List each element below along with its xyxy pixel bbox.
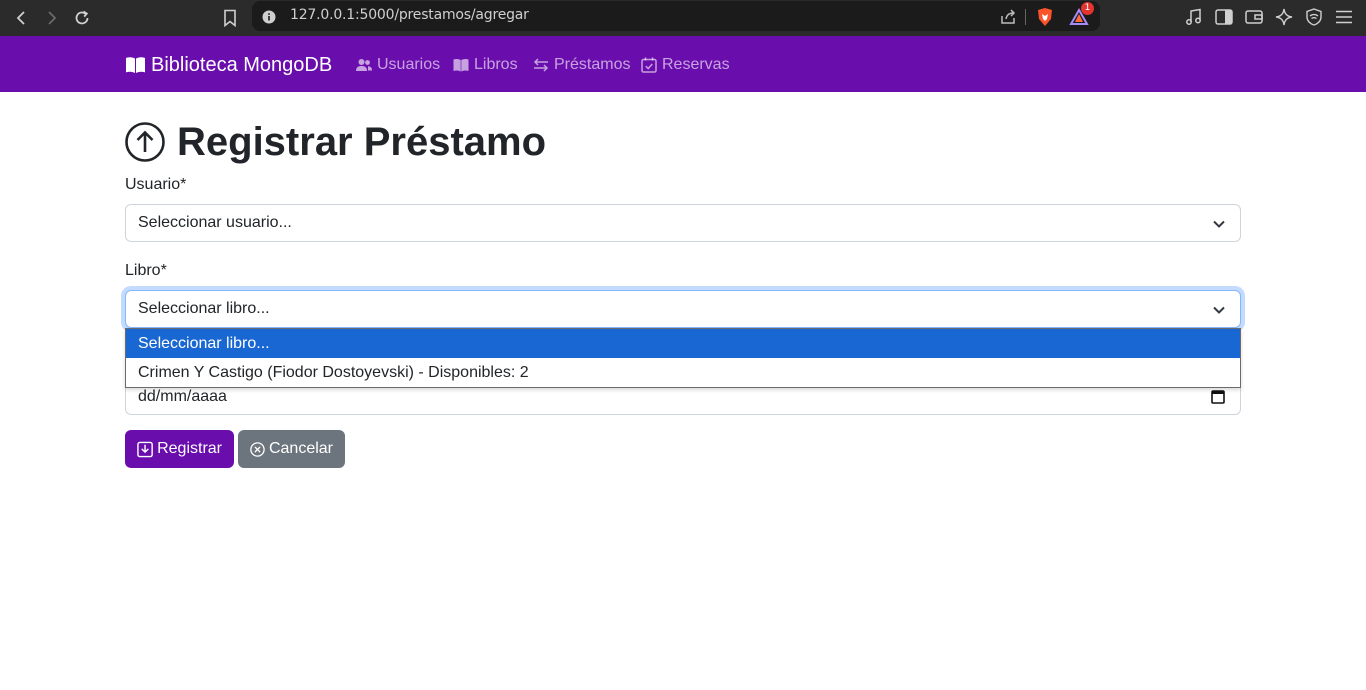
- chevron-down-icon: [1213, 220, 1225, 228]
- nav-link-label: Préstamos: [554, 56, 631, 73]
- leo-ai-icon[interactable]: [1273, 6, 1295, 28]
- usuario-label: Usuario*: [125, 176, 187, 193]
- chevron-left-icon: [16, 11, 25, 25]
- brave-shield-icon[interactable]: [1034, 6, 1056, 28]
- fecha-placeholder: dd/mm/aaaa: [138, 388, 227, 405]
- libro-option[interactable]: Seleccionar libro...: [126, 329, 1240, 358]
- bookmark-icon: [224, 9, 236, 27]
- vpn-icon[interactable]: [1303, 6, 1325, 28]
- users-icon: [356, 59, 372, 71]
- page-title: Registrar Préstamo: [125, 119, 546, 165]
- nav-link-prestamos[interactable]: Préstamos: [533, 54, 630, 76]
- chevron-down-icon: [1213, 306, 1225, 314]
- calendar-check-icon: [641, 57, 657, 73]
- nav-link-label: Libros: [474, 56, 518, 73]
- libro-select[interactable]: Seleccionar libro...: [125, 290, 1241, 328]
- wallet-icon[interactable]: [1243, 6, 1265, 28]
- book-icon: [453, 58, 469, 72]
- page-title-text: Registrar Préstamo: [177, 119, 547, 164]
- notification-badge: 1: [1081, 2, 1094, 15]
- url-text[interactable]: 127.0.0.1:5000/prestamos/agregar: [290, 7, 529, 23]
- arrow-up-circle-icon: [125, 122, 165, 162]
- registrar-button-label: Registrar: [157, 440, 222, 457]
- x-circle-icon: [250, 441, 265, 457]
- cancelar-button-label: Cancelar: [268, 440, 333, 457]
- bookmark-button[interactable]: [216, 4, 244, 32]
- sidebar-toggle-icon[interactable]: [1213, 6, 1235, 28]
- forward-button[interactable]: [37, 4, 65, 32]
- media-icon[interactable]: [1183, 6, 1205, 28]
- nav-link-libros[interactable]: Libros: [453, 54, 518, 76]
- book-open-icon: [126, 57, 145, 73]
- reload-button[interactable]: [68, 4, 96, 32]
- cancelar-button[interactable]: Cancelar: [238, 430, 345, 468]
- libro-option[interactable]: Crimen Y Castigo (Fiodor Dostoyevski) - …: [126, 358, 1240, 387]
- share-icon[interactable]: [997, 6, 1019, 28]
- menu-icon[interactable]: [1333, 6, 1355, 28]
- browser-toolbar: 127.0.0.1:5000/prestamos/agregar 1: [0, 0, 1366, 36]
- toolbar-divider: [1025, 9, 1026, 25]
- arrows-exchange-icon: [533, 58, 549, 72]
- reload-icon: [75, 10, 89, 25]
- brand-label: Biblioteca MongoDB: [151, 53, 333, 76]
- calendar-icon[interactable]: [1211, 389, 1225, 404]
- navbar-brand[interactable]: Biblioteca MongoDB: [125, 54, 332, 76]
- nav-link-label: Usuarios: [377, 56, 441, 73]
- usuario-select[interactable]: Seleccionar usuario...: [125, 204, 1241, 242]
- usuario-select-value: Seleccionar usuario...: [138, 214, 292, 231]
- registrar-button[interactable]: Registrar: [125, 430, 234, 468]
- nav-link-label: Reservas: [662, 56, 730, 73]
- download-icon: [137, 441, 153, 457]
- libro-label: Libro*: [125, 262, 167, 279]
- libro-options-list: Seleccionar libro... Crimen Y Castigo (F…: [125, 328, 1241, 388]
- back-button[interactable]: [8, 4, 36, 32]
- chevron-right-icon: [48, 11, 57, 25]
- site-info-icon[interactable]: [258, 6, 280, 28]
- libro-select-value: Seleccionar libro...: [138, 300, 270, 317]
- nav-link-reservas[interactable]: Reservas: [641, 54, 730, 76]
- nav-link-usuarios[interactable]: Usuarios: [356, 54, 440, 76]
